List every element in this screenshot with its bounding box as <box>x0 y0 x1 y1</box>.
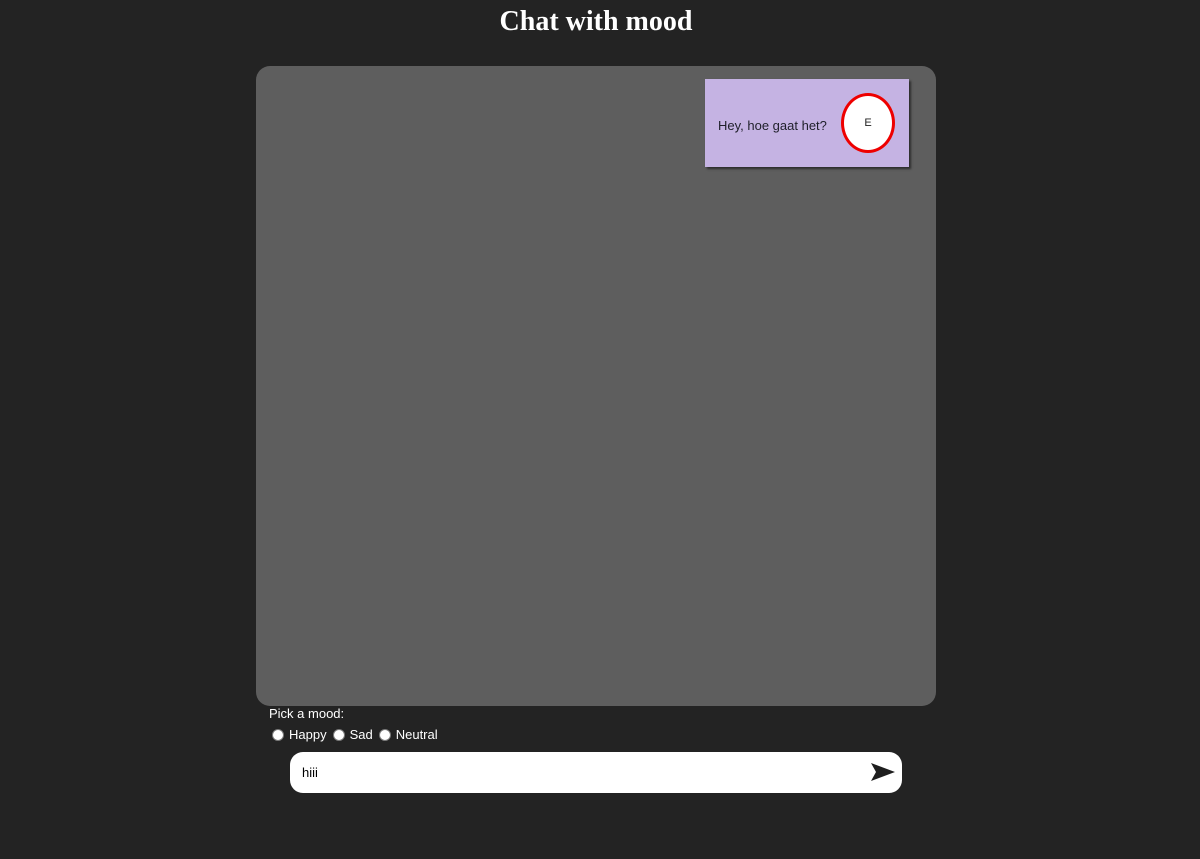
avatar: E <box>841 93 895 153</box>
mood-label: Pick a mood: <box>269 706 345 721</box>
mood-option-happy[interactable]: Happy <box>270 727 327 743</box>
mood-radio-neutral[interactable] <box>378 729 391 741</box>
message-input[interactable] <box>302 762 857 783</box>
mood-option-label: Happy <box>289 727 327 742</box>
send-button[interactable] <box>870 761 896 783</box>
mood-radio-happy[interactable] <box>272 729 284 741</box>
page-title: Chat with mood <box>499 6 693 37</box>
message-composer <box>290 752 902 793</box>
message-text: Hey, hoe gaat het? <box>718 118 827 133</box>
mood-option-sad[interactable]: Sad <box>331 727 373 743</box>
mood-options: Happy Sad Neutral <box>270 727 442 743</box>
avatar-initial: E <box>864 117 872 129</box>
chat-message: Hey, hoe gaat het? E <box>705 79 909 167</box>
mood-option-label: Neutral <box>395 727 438 742</box>
chat-panel: Hey, hoe gaat het? E <box>256 66 936 706</box>
mood-option-neutral[interactable]: Neutral <box>377 727 438 743</box>
mood-option-label: Sad <box>349 727 373 742</box>
mood-radio-sad[interactable] <box>332 729 345 741</box>
send-arrow-icon <box>871 763 895 781</box>
